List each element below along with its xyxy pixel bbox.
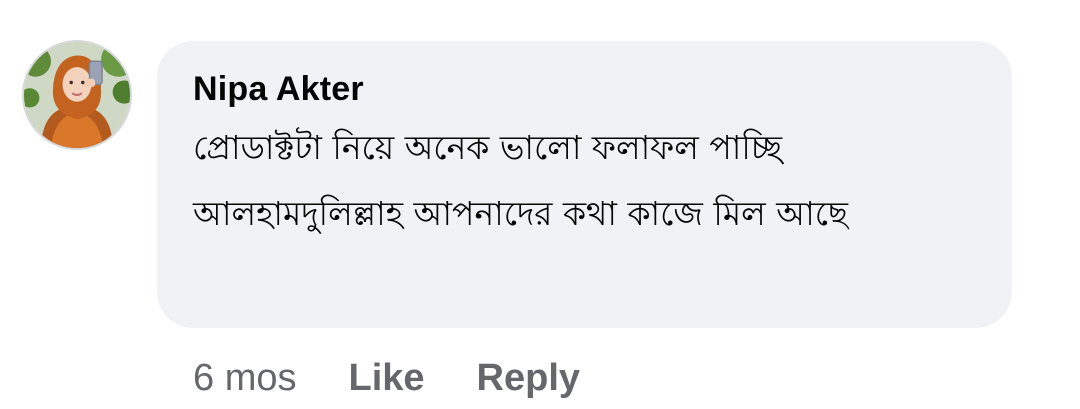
avatar[interactable] — [22, 40, 132, 150]
comment-text: প্রোডাক্টটা নিয়ে অনেক ভালো ফলাফল পাচ্ছি… — [193, 128, 848, 233]
comment-author[interactable]: Nipa Akter — [193, 69, 978, 109]
user-avatar-photo-icon — [24, 42, 130, 148]
comment-actions: 6 mos Like Reply — [193, 350, 580, 406]
like-button[interactable]: Like — [348, 357, 424, 400]
comment: Nipa Akter প্রোডাক্টটা নিয়ে অনেক ভালো ফ… — [0, 0, 1080, 409]
reply-button[interactable]: Reply — [477, 357, 580, 400]
comment-timestamp[interactable]: 6 mos — [193, 357, 296, 400]
comment-bubble: Nipa Akter প্রোডাক্টটা নিয়ে অনেক ভালো ফ… — [157, 41, 1012, 328]
